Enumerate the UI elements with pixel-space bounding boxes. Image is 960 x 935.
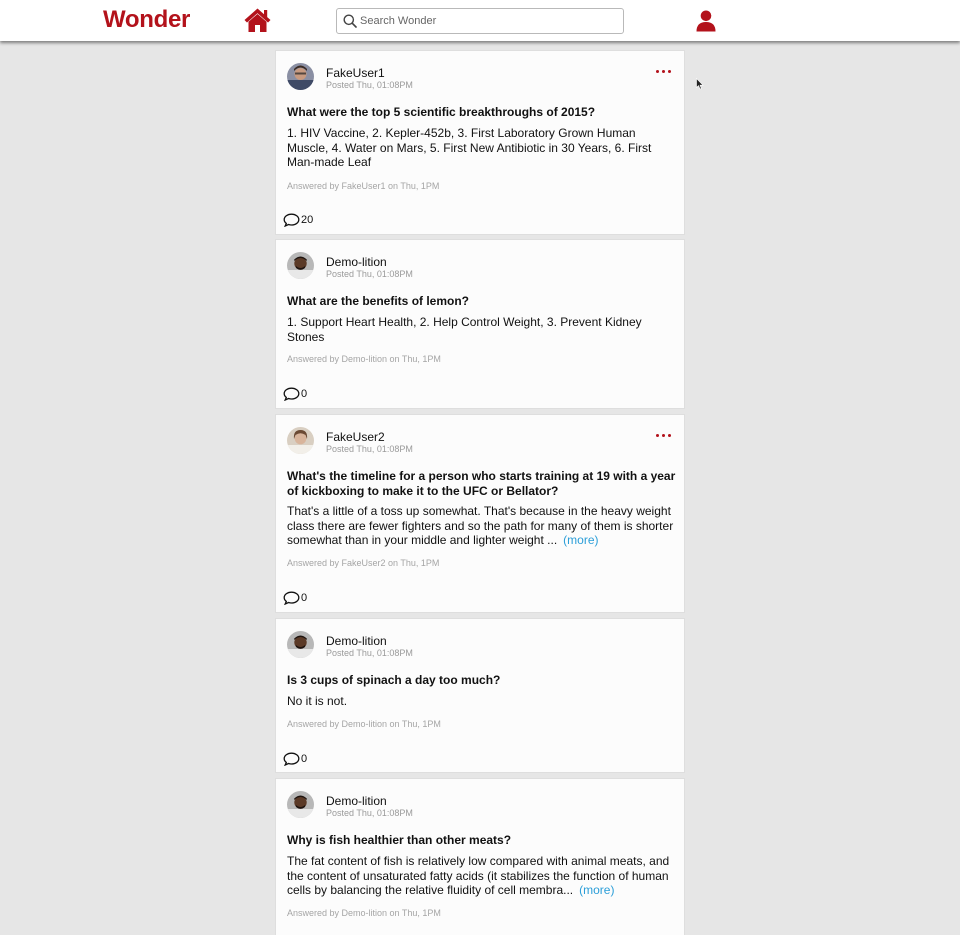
home-icon[interactable] [243, 7, 272, 33]
top-navbar: Wonder [0, 0, 960, 41]
answer-body: 1. HIV Vaccine, 2. Kepler-452b, 3. First… [287, 126, 652, 169]
mouse-cursor-icon [696, 78, 704, 90]
question-card: Demo-lition Posted Thu, 01:08PM Is 3 cup… [275, 618, 685, 773]
more-options-icon[interactable] [656, 432, 672, 440]
answer-text: 1. Support Heart Health, 2. Help Control… [287, 315, 677, 344]
author-name[interactable]: Demo-lition [326, 634, 387, 648]
avatar[interactable] [287, 63, 314, 90]
author-name[interactable]: FakeUser2 [326, 430, 385, 444]
comment-count: 20 [301, 214, 314, 226]
question-title[interactable]: What were the top 5 scientific breakthro… [287, 105, 677, 120]
answer-body: 1. Support Heart Health, 2. Help Control… [287, 315, 642, 344]
avatar[interactable] [287, 252, 314, 279]
answer-body: That's a little of a toss up somewhat. T… [287, 504, 674, 547]
question-title[interactable]: What are the benefits of lemon? [287, 294, 677, 309]
answer-text: The fat content of fish is relatively lo… [287, 854, 677, 898]
more-options-icon[interactable] [656, 68, 672, 76]
author-name[interactable]: Demo-lition [326, 794, 387, 808]
answered-by: Answered by Demo-lition on Thu, 1PM [287, 719, 441, 729]
posted-timestamp: Posted Thu, 01:08PM [326, 808, 413, 818]
posted-timestamp: Posted Thu, 01:08PM [326, 80, 413, 90]
author-name[interactable]: FakeUser1 [326, 66, 385, 80]
comment-count: 0 [301, 753, 308, 765]
user-icon[interactable] [696, 10, 716, 32]
comment-icon [283, 213, 300, 227]
search-icon [343, 14, 357, 28]
answer-text: No it is not. [287, 694, 677, 709]
posted-timestamp: Posted Thu, 01:08PM [326, 648, 413, 658]
comment-icon [283, 387, 300, 401]
comment-count: 0 [301, 592, 308, 604]
avatar[interactable] [287, 791, 314, 818]
posted-timestamp: Posted Thu, 01:08PM [326, 269, 413, 279]
question-title[interactable]: What's the timeline for a person who sta… [287, 469, 677, 498]
answer-text: That's a little of a toss up somewhat. T… [287, 504, 677, 548]
posted-timestamp: Posted Thu, 01:08PM [326, 444, 413, 454]
avatar[interactable] [287, 427, 314, 454]
author-name[interactable]: Demo-lition [326, 255, 387, 269]
question-card: Demo-lition Posted Thu, 01:08PM Why is f… [275, 778, 685, 935]
answered-by: Answered by FakeUser2 on Thu, 1PM [287, 558, 440, 568]
comment-icon [283, 591, 300, 605]
question-title[interactable]: Is 3 cups of spinach a day too much? [287, 673, 677, 688]
search-input[interactable] [360, 9, 618, 33]
comment-icon [283, 752, 300, 766]
more-link[interactable]: (more) [563, 533, 598, 547]
answered-by: Answered by Demo-lition on Thu, 1PM [287, 908, 441, 918]
more-link[interactable]: (more) [579, 883, 614, 897]
question-card: FakeUser1 Posted Thu, 01:08PM What were … [275, 50, 685, 235]
comment-count: 0 [301, 388, 308, 400]
answered-by: Answered by FakeUser1 on Thu, 1PM [287, 181, 440, 191]
answered-by: Answered by Demo-lition on Thu, 1PM [287, 354, 441, 364]
question-card: Demo-lition Posted Thu, 01:08PM What are… [275, 239, 685, 409]
avatar[interactable] [287, 631, 314, 658]
app-logo[interactable]: Wonder [103, 6, 190, 34]
question-title[interactable]: Why is fish healthier than other meats? [287, 833, 677, 848]
question-card: FakeUser2 Posted Thu, 01:08PM What's the… [275, 414, 685, 613]
answer-body: No it is not. [287, 694, 348, 708]
search-bar [336, 8, 624, 34]
answer-text: 1. HIV Vaccine, 2. Kepler-452b, 3. First… [287, 126, 677, 170]
